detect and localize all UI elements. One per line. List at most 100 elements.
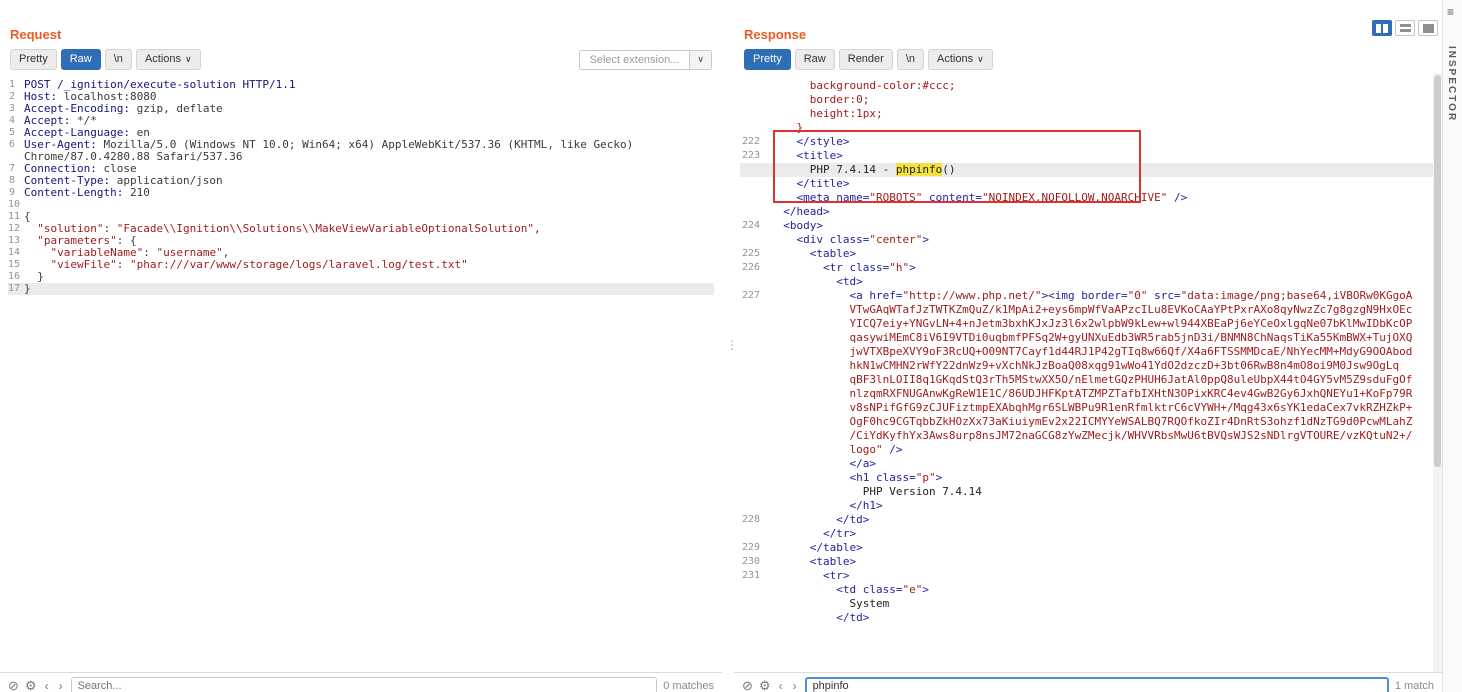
line-number xyxy=(740,359,770,373)
code-line: border:0; xyxy=(740,93,1440,107)
line-number xyxy=(740,527,770,541)
response-search-input[interactable] xyxy=(805,677,1389,692)
line-number xyxy=(740,205,770,219)
code-line: qasywiMEmC8iV6I9VTDi0uqbmfPFSq2W+gyUNXuE… xyxy=(740,331,1440,345)
response-scrollbar[interactable] xyxy=(1433,73,1442,672)
columns-icon xyxy=(1376,24,1381,33)
response-tab-newline[interactable]: \n xyxy=(897,49,924,70)
line-number xyxy=(740,583,770,597)
line-number xyxy=(740,79,770,93)
code-line: nlzqmRXFNUGAnwKgReW1E1C/86UDJHFKptATZMPZ… xyxy=(740,387,1440,401)
previous-match-button[interactable]: ‹ xyxy=(43,680,51,692)
layout-single-button[interactable] xyxy=(1418,20,1438,36)
line-number: 16 xyxy=(8,271,24,283)
response-panel: Response Pretty Raw Render \n Actions∨ b… xyxy=(734,0,1442,692)
columns-icon xyxy=(1383,24,1388,33)
line-number xyxy=(740,597,770,611)
previous-match-button[interactable]: ‹ xyxy=(777,680,785,692)
line-number: 14 xyxy=(8,247,24,259)
chevron-down-icon[interactable]: ∨ xyxy=(689,51,711,69)
code-line: 226 <tr class="h"> xyxy=(740,261,1440,275)
response-tab-pretty[interactable]: Pretty xyxy=(744,49,791,70)
code-line: 17} xyxy=(8,283,714,295)
response-match-count: 1 match xyxy=(1395,680,1434,692)
response-tab-render[interactable]: Render xyxy=(839,49,893,70)
code-line: </title> xyxy=(740,177,1440,191)
line-number: 225 xyxy=(740,247,770,261)
panel-splitter[interactable]: ⋮ xyxy=(722,0,734,692)
code-line: <td> xyxy=(740,275,1440,289)
code-line: </a> xyxy=(740,457,1440,471)
code-line: 10 xyxy=(8,199,714,211)
line-number: 9 xyxy=(8,187,24,199)
request-actions-menu-button[interactable]: Actions∨ xyxy=(136,49,201,70)
line-number xyxy=(740,429,770,443)
gear-icon[interactable]: ⚙ xyxy=(759,679,771,692)
code-line: background-color:#ccc; xyxy=(740,79,1440,93)
response-tab-raw[interactable]: Raw xyxy=(795,49,835,70)
code-line: </h1> xyxy=(740,499,1440,513)
line-number: 228 xyxy=(740,513,770,527)
next-match-button[interactable]: › xyxy=(57,680,65,692)
request-search-bar: ⊘ ⚙ ‹ › 0 matches xyxy=(0,672,722,692)
line-number: 10 xyxy=(8,199,24,211)
line-number xyxy=(740,107,770,121)
menu-icon[interactable]: ≡ xyxy=(1447,5,1454,19)
request-tab-raw[interactable]: Raw xyxy=(61,49,101,70)
code-line: 224 <body> xyxy=(740,219,1440,233)
layout-switcher xyxy=(1372,20,1438,36)
layout-columns-button[interactable] xyxy=(1372,20,1392,36)
response-actions-label: Actions xyxy=(937,53,973,65)
code-line: } xyxy=(740,121,1440,135)
line-number: 230 xyxy=(740,555,770,569)
response-scrollbar-thumb[interactable] xyxy=(1434,75,1441,467)
search-options-icon[interactable]: ⊘ xyxy=(8,679,19,692)
request-tab-pretty[interactable]: Pretty xyxy=(10,49,57,70)
request-actions-label: Actions xyxy=(145,53,181,65)
line-number xyxy=(740,373,770,387)
extension-dropdown[interactable]: Select extension... ∨ xyxy=(579,50,712,70)
line-number: 7 xyxy=(8,163,24,175)
inspector-collapsed-panel[interactable]: ≡ INSPECTOR xyxy=(1442,0,1462,692)
code-line: /CiYdKyfhYx3Aws8urp8nsJM72naGCG8zYwZMecj… xyxy=(740,429,1440,443)
code-line: qBF3lnLOII8q1GKqdStQ3rTh5MStwXX5O/nElmet… xyxy=(740,373,1440,387)
code-line: VTwGAqWTafJzTWTKZmQuZ/k1MpAi2+eys6mpWfVa… xyxy=(740,303,1440,317)
line-number xyxy=(740,611,770,625)
line-number xyxy=(740,317,770,331)
line-number xyxy=(740,233,770,247)
response-editor[interactable]: background-color:#ccc; border:0; height:… xyxy=(734,76,1442,692)
response-toolbar: Pretty Raw Render \n Actions ∨ xyxy=(734,45,1442,76)
line-number xyxy=(740,303,770,317)
layout-rows-button[interactable] xyxy=(1395,20,1415,36)
line-number xyxy=(740,275,770,289)
code-line: hkN1wCMHN2rWfY22dnWz9+vXchNkJzBoaQ08xqg9… xyxy=(740,359,1440,373)
line-number xyxy=(740,191,770,205)
response-actions-menu-button[interactable]: Actions ∨ xyxy=(928,49,993,70)
line-number xyxy=(740,499,770,513)
gear-icon[interactable]: ⚙ xyxy=(25,679,37,692)
line-number: 8 xyxy=(8,175,24,187)
request-editor[interactable]: 1POST /_ignition/execute-solution HTTP/1… xyxy=(0,76,722,692)
line-number xyxy=(740,457,770,471)
line-number xyxy=(740,163,770,177)
code-line: </head> xyxy=(740,205,1440,219)
request-tab-newline[interactable]: \n xyxy=(105,49,132,70)
response-search-bar: ⊘ ⚙ ‹ › 1 match xyxy=(734,672,1442,692)
line-number xyxy=(740,177,770,191)
code-line: 9Content-Length: 210 xyxy=(8,187,714,199)
code-line: PHP Version 7.4.14 xyxy=(740,485,1440,499)
chevron-down-icon: ∨ xyxy=(977,54,984,64)
code-line: 229 </table> xyxy=(740,541,1440,555)
line-number xyxy=(740,345,770,359)
code-line: jwVTXBpeXVY9oF3RcUQ+O09NT7Cayf1d44RJ1P42… xyxy=(740,345,1440,359)
code-line: PHP 7.4.14 - phpinfo() xyxy=(740,163,1440,177)
code-line: 6User-Agent: Mozilla/5.0 (Windows NT 10.… xyxy=(8,139,714,163)
search-options-icon[interactable]: ⊘ xyxy=(742,679,753,692)
single-pane-icon xyxy=(1423,24,1434,33)
next-match-button[interactable]: › xyxy=(791,680,799,692)
request-panel: Request Pretty Raw \n Actions∨ Select ex… xyxy=(0,0,722,692)
line-number xyxy=(740,93,770,107)
line-number xyxy=(740,443,770,457)
request-search-input[interactable] xyxy=(71,677,658,692)
line-number: 3 xyxy=(8,103,24,115)
